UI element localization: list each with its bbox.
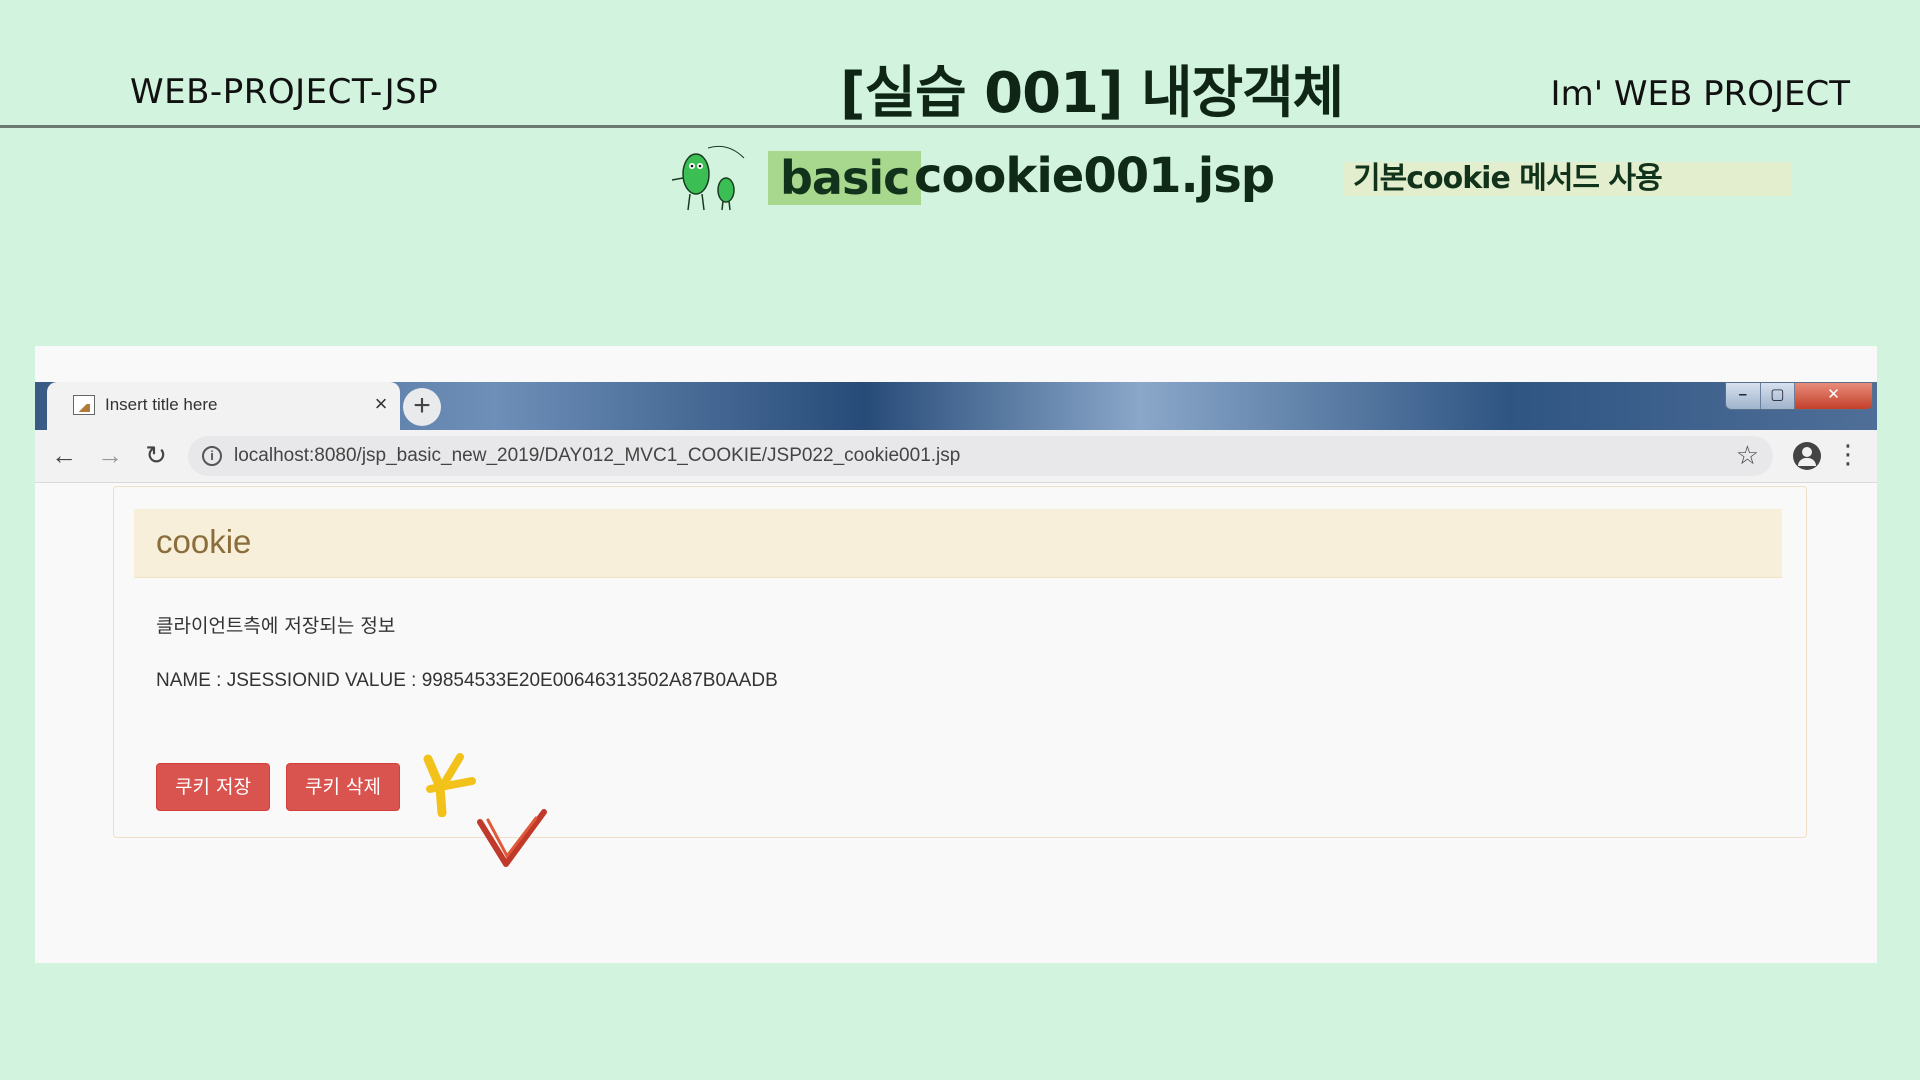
highlight-mark-icon — [423, 753, 476, 817]
page-favicon-icon — [73, 395, 95, 415]
tab-title: Insert title here — [105, 395, 218, 414]
delete-cookie-button[interactable]: 쿠키 삭제 — [286, 763, 400, 811]
maximize-button[interactable]: ▢ — [1760, 383, 1796, 409]
browser-window: Insert title here × + – ▢ ✕ ← → ↻ i loca… — [35, 346, 1877, 963]
close-button[interactable]: ✕ — [1795, 383, 1872, 409]
window-controls: – ▢ ✕ — [1725, 382, 1873, 410]
save-cookie-button[interactable]: 쿠키 저장 — [156, 763, 270, 811]
url-text[interactable]: localhost:8080/jsp_basic_new_2019/DAY012… — [234, 445, 960, 467]
back-arrow-icon[interactable]: ← — [49, 440, 79, 470]
file-name-title: cookie001.jsp — [914, 148, 1275, 204]
panel-title: cookie — [156, 523, 252, 560]
info-text: 클라이언트측에 저장되는 정보 — [156, 615, 396, 637]
description-label: 기본cookie 메서드 사용 — [1343, 162, 1791, 196]
slide-right-title: Im' WEB PROJECT — [1550, 74, 1850, 114]
new-tab-button[interactable]: + — [403, 388, 441, 426]
checkmark-icon — [477, 809, 547, 867]
slide-divider — [0, 125, 1920, 128]
profile-icon[interactable] — [1793, 442, 1821, 470]
forward-arrow-icon[interactable]: → — [95, 440, 125, 470]
cookie-panel: cookie 클라이언트측에 저장되는 정보 NAME : JSESSIONID… — [113, 486, 1807, 838]
cookie-value-line: NAME : JSESSIONID VALUE : 99854533E20E00… — [156, 670, 778, 691]
menu-icon[interactable]: ⋮ — [1835, 438, 1861, 470]
slide-left-title: WEB-PROJECT-JSP — [130, 72, 439, 112]
star-icon[interactable]: ☆ — [1736, 440, 1759, 471]
slide-main-title: [실습 001] 내장객체 — [840, 61, 1344, 126]
basic-badge: basic — [768, 151, 922, 205]
panel-heading: cookie — [134, 509, 1782, 578]
info-icon[interactable]: i — [202, 446, 222, 466]
reload-icon[interactable]: ↻ — [141, 440, 171, 470]
browser-toolbar: ← → ↻ i localhost:8080/jsp_basic_new_201… — [35, 430, 1877, 483]
address-bar[interactable]: i localhost:8080/jsp_basic_new_2019/DAY0… — [188, 436, 1773, 476]
browser-tab[interactable]: Insert title here × — [47, 382, 400, 430]
tab-close-icon[interactable]: × — [369, 391, 393, 417]
minimize-button[interactable]: – — [1726, 383, 1761, 409]
mascot-icon — [671, 145, 745, 211]
